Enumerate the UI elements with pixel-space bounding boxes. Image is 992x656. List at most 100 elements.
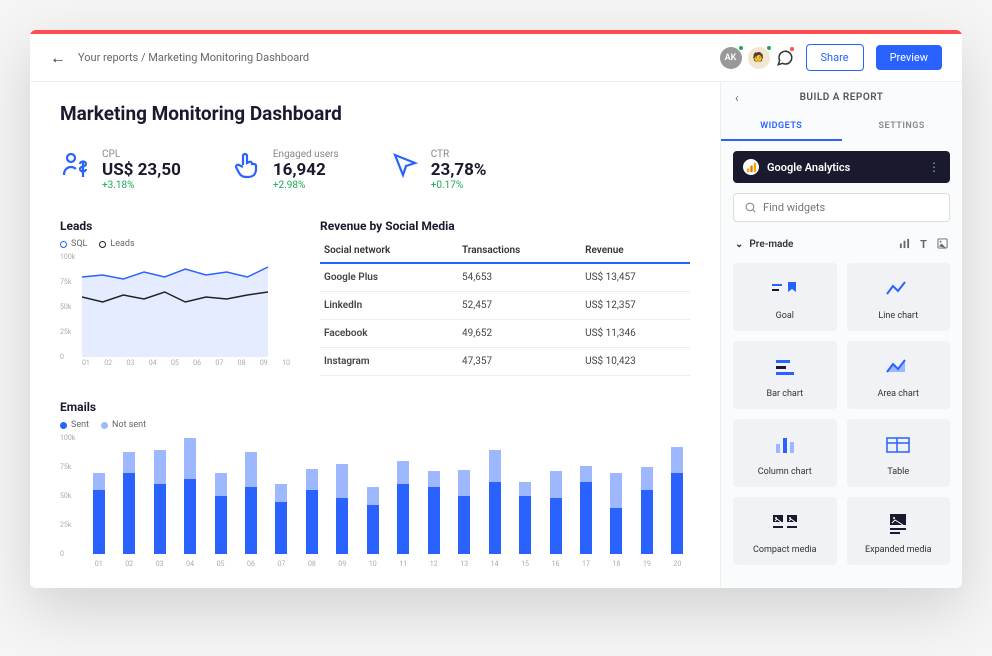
widget-area-chart[interactable]: Area chart [847, 341, 951, 409]
bar-column [512, 438, 537, 554]
bar-column [482, 438, 507, 554]
data-source-label: Google Analytics [767, 161, 920, 174]
bar-column [421, 438, 446, 554]
user-dollar-icon [60, 149, 92, 181]
widget-grid: Goal Line chart Bar chart Area chart Column … [733, 263, 950, 565]
avatar-user[interactable]: 🧑 [748, 47, 770, 69]
widget-column-chart[interactable]: Column chart [733, 419, 837, 487]
bar-column [665, 438, 690, 554]
kpi-label: Engaged users [273, 149, 339, 160]
table-row[interactable]: LinkedIn52,457US$ 12,357 [320, 292, 690, 320]
revenue-card: Revenue by Social Media Social networkTr… [320, 219, 690, 376]
chat-icon[interactable] [776, 49, 794, 67]
kpi-label: CPL [102, 149, 181, 160]
widget-line-chart[interactable]: Line chart [847, 263, 951, 331]
avatar-ak[interactable]: AK [720, 47, 742, 69]
widget-table[interactable]: Table [847, 419, 951, 487]
column-chart-icon [774, 433, 796, 457]
kpi-row: CPL US$ 23,50 +3.18% Engaged users 16,94… [60, 149, 690, 191]
search-icon [744, 201, 757, 214]
text-type-icon[interactable]: T [920, 238, 927, 251]
leads-xaxis: 01020304050607080910 [60, 359, 290, 367]
bar-column [330, 438, 355, 554]
widget-label: Table [887, 467, 909, 477]
table-header: Transactions [458, 239, 581, 263]
chart-type-icon[interactable] [899, 238, 910, 251]
widget-label: Area chart [877, 389, 919, 399]
bar-column [634, 438, 659, 554]
kpi-label: CTR [431, 149, 487, 160]
kpi-engaged: Engaged users 16,942 +2.98% [231, 149, 339, 191]
table-header: Revenue [581, 239, 690, 263]
emails-title: Emails [60, 400, 690, 414]
table-icon [885, 433, 911, 457]
kpi-value: 23,78% [431, 160, 487, 180]
cursor-icon [389, 149, 421, 181]
area-chart-icon [885, 355, 911, 379]
kpi-value: 16,942 [273, 160, 339, 180]
expanded-media-icon [886, 511, 910, 535]
widget-compact-media[interactable]: Compact media [733, 497, 837, 565]
bar-column [299, 438, 324, 554]
table-header: Social network [320, 239, 458, 263]
section-premade[interactable]: ⌄Pre-made T [733, 232, 950, 257]
app-window: ← Your reports / Marketing Monitoring Da… [30, 30, 962, 588]
tab-widgets[interactable]: WIDGETS [721, 113, 842, 141]
table-row[interactable]: Instagram47,357US$ 10,423 [320, 348, 690, 376]
leads-legend: SQL Leads [60, 239, 290, 249]
back-arrow-icon[interactable]: ← [50, 48, 66, 68]
sidebar-tabs: WIDGETS SETTINGS [721, 113, 962, 141]
bar-column [177, 438, 202, 554]
kpi-ctr: CTR 23,78% +0.17% [389, 149, 487, 191]
widget-bar-chart[interactable]: Bar chart [733, 341, 837, 409]
widget-label: Expanded media [865, 545, 931, 555]
line-chart-icon [885, 277, 911, 301]
compact-media-icon [771, 511, 799, 535]
chevron-down-icon: ⌄ [735, 239, 743, 250]
google-analytics-icon [743, 159, 759, 175]
table-row[interactable]: Facebook49,652US$ 11,346 [320, 320, 690, 348]
search-input[interactable] [763, 201, 939, 214]
widget-goal[interactable]: Goal [733, 263, 837, 331]
bar-column [451, 438, 476, 554]
kpi-delta: +3.18% [102, 180, 181, 191]
pointer-icon [231, 149, 263, 181]
widget-label: Goal [776, 311, 794, 321]
page-title: Marketing Monitoring Dashboard [60, 102, 690, 125]
revenue-title: Revenue by Social Media [320, 219, 690, 233]
bar-column [86, 438, 111, 554]
bar-column [269, 438, 294, 554]
kpi-cpl: CPL US$ 23,50 +3.18% [60, 149, 181, 191]
widget-expanded-media[interactable]: Expanded media [847, 497, 951, 565]
kpi-value: US$ 23,50 [102, 160, 181, 180]
kebab-menu-icon[interactable]: ⋮ [928, 160, 940, 174]
widget-label: Line chart [878, 311, 918, 321]
emails-chart: 025k50k75k100k01020304050607080910111213… [60, 438, 690, 568]
tab-settings[interactable]: SETTINGS [842, 113, 963, 141]
kpi-delta: +0.17% [431, 180, 487, 191]
bar-column [360, 438, 385, 554]
topbar: ← Your reports / Marketing Monitoring Da… [30, 34, 962, 82]
widget-label: Column chart [758, 467, 812, 477]
bar-column [116, 438, 141, 554]
avatar-group: AK 🧑 [720, 47, 794, 69]
revenue-table: Social networkTransactionsRevenue Google… [320, 239, 690, 376]
bar-column [208, 438, 233, 554]
data-source-bar[interactable]: Google Analytics ⋮ [733, 151, 950, 183]
bar-column [238, 438, 263, 554]
bar-column [147, 438, 172, 554]
goal-icon [770, 277, 800, 301]
share-button[interactable]: Share [806, 44, 864, 71]
sidebar-back-icon[interactable]: ‹ [735, 91, 739, 105]
search-row[interactable] [733, 193, 950, 222]
breadcrumb[interactable]: Your reports / Marketing Monitoring Dash… [78, 51, 708, 64]
leads-card: Leads SQL Leads 025k50k75k100k 010203040… [60, 219, 290, 376]
image-type-icon[interactable] [937, 238, 948, 251]
bar-column [573, 438, 598, 554]
preview-button[interactable]: Preview [876, 45, 942, 70]
bar-column [543, 438, 568, 554]
table-row[interactable]: Google Plus54,653US$ 13,457 [320, 263, 690, 292]
sidebar-title: BUILD A REPORT [735, 92, 948, 103]
widget-label: Bar chart [766, 389, 803, 399]
emails-legend: Sent Not sent [60, 420, 690, 430]
